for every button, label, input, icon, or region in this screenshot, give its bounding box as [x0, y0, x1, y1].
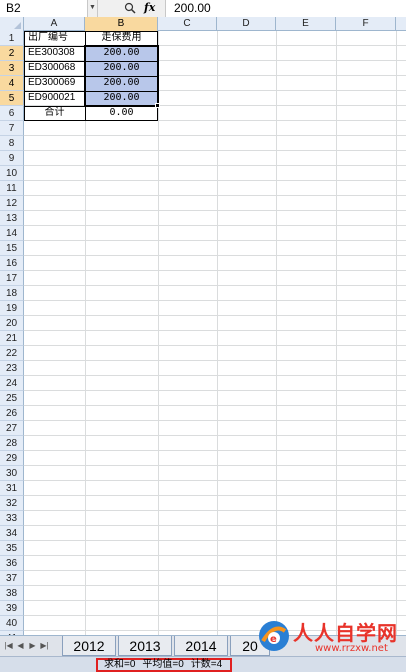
- row-header-34[interactable]: 34: [0, 526, 24, 541]
- zoom-icon[interactable]: [124, 2, 136, 14]
- logo-icon: e: [259, 621, 289, 651]
- watermark-logo: e 人人自学网 www.rrzxw.net: [255, 617, 406, 657]
- row-header-2[interactable]: 2: [0, 46, 24, 61]
- row-header-35[interactable]: 35: [0, 541, 24, 556]
- row-header-37[interactable]: 37: [0, 571, 24, 586]
- row-header-5[interactable]: 5: [0, 91, 24, 106]
- column-header-c[interactable]: C: [158, 17, 217, 31]
- row-header-18[interactable]: 18: [0, 286, 24, 301]
- row-header-21[interactable]: 21: [0, 331, 24, 346]
- row-header-27[interactable]: 27: [0, 421, 24, 436]
- status-bar: 求和=0 平均值=0 计数=4: [0, 656, 406, 672]
- row-header-39[interactable]: 39: [0, 601, 24, 616]
- status-summary: 求和=0 平均值=0 计数=4: [96, 658, 232, 672]
- row-header-36[interactable]: 36: [0, 556, 24, 571]
- row-header-4[interactable]: 4: [0, 76, 24, 91]
- spreadsheet-grid: A B C D E F 1 2 3 4 5 6 7 8 9 10 11 12 13 14 15 16 17 18 1…: [0, 17, 406, 635]
- row-header-20[interactable]: 20: [0, 316, 24, 331]
- column-headers: A B C D E F: [0, 17, 406, 31]
- row-header-11[interactable]: 11: [0, 181, 24, 196]
- row-header-32[interactable]: 32: [0, 496, 24, 511]
- name-box[interactable]: B2: [0, 0, 88, 17]
- row-header-8[interactable]: 8: [0, 136, 24, 151]
- row-header-33[interactable]: 33: [0, 511, 24, 526]
- select-all-corner[interactable]: [0, 17, 24, 31]
- row-header-24[interactable]: 24: [0, 376, 24, 391]
- status-count: 计数=4: [190, 659, 223, 670]
- status-average: 平均值=0: [142, 659, 184, 670]
- row-header-26[interactable]: 26: [0, 406, 24, 421]
- column-header-a[interactable]: A: [24, 17, 85, 31]
- sheet-tab-2013[interactable]: 2013: [118, 636, 172, 656]
- row-header-17[interactable]: 17: [0, 271, 24, 286]
- dropdown-arrow-icon[interactable]: ▼: [88, 0, 98, 17]
- next-sheet-icon[interactable]: ▶: [27, 638, 38, 654]
- status-sum: 求和=0: [104, 659, 136, 670]
- row-header-16[interactable]: 16: [0, 256, 24, 271]
- row-header-9[interactable]: 9: [0, 151, 24, 166]
- row-header-29[interactable]: 29: [0, 451, 24, 466]
- first-sheet-icon[interactable]: |◀: [3, 638, 14, 654]
- row-header-1[interactable]: 1: [0, 31, 24, 46]
- column-header-f[interactable]: F: [336, 17, 396, 31]
- column-header-d[interactable]: D: [217, 17, 276, 31]
- row-header-40[interactable]: 40: [0, 616, 24, 631]
- row-header-12[interactable]: 12: [0, 196, 24, 211]
- row-header-3[interactable]: 3: [0, 61, 24, 76]
- row-header-7[interactable]: 7: [0, 121, 24, 136]
- column-header-b[interactable]: B: [85, 17, 158, 31]
- prev-sheet-icon[interactable]: ◀: [15, 638, 26, 654]
- row-header-23[interactable]: 23: [0, 361, 24, 376]
- row-header-25[interactable]: 25: [0, 391, 24, 406]
- row-header-30[interactable]: 30: [0, 466, 24, 481]
- table-borders: [24, 31, 158, 121]
- logo-brand-text: 人人自学网: [293, 621, 398, 645]
- row-header-22[interactable]: 22: [0, 346, 24, 361]
- row-header-14[interactable]: 14: [0, 226, 24, 241]
- fx-icon[interactable]: fx: [144, 0, 155, 16]
- column-header-e[interactable]: E: [276, 17, 336, 31]
- row-header-38[interactable]: 38: [0, 586, 24, 601]
- row-header-28[interactable]: 28: [0, 436, 24, 451]
- formula-bar: B2 ▼ fx 200.00: [0, 0, 406, 17]
- row-header-15[interactable]: 15: [0, 241, 24, 256]
- last-sheet-icon[interactable]: ▶|: [39, 638, 50, 654]
- fill-handle[interactable]: [155, 103, 160, 108]
- row-header-6[interactable]: 6: [0, 106, 24, 121]
- row-header-31[interactable]: 31: [0, 481, 24, 496]
- row-header-19[interactable]: 19: [0, 301, 24, 316]
- row-header-10[interactable]: 10: [0, 166, 24, 181]
- sheet-tab-2012[interactable]: 2012: [62, 636, 116, 656]
- formula-buttons: fx: [98, 0, 166, 17]
- svg-text:e: e: [270, 634, 277, 645]
- row-header-13[interactable]: 13: [0, 211, 24, 226]
- formula-input[interactable]: 200.00: [166, 0, 406, 17]
- sheet-tab-2014[interactable]: 2014: [174, 636, 228, 656]
- logo-url: www.rrzxw.net: [315, 643, 388, 654]
